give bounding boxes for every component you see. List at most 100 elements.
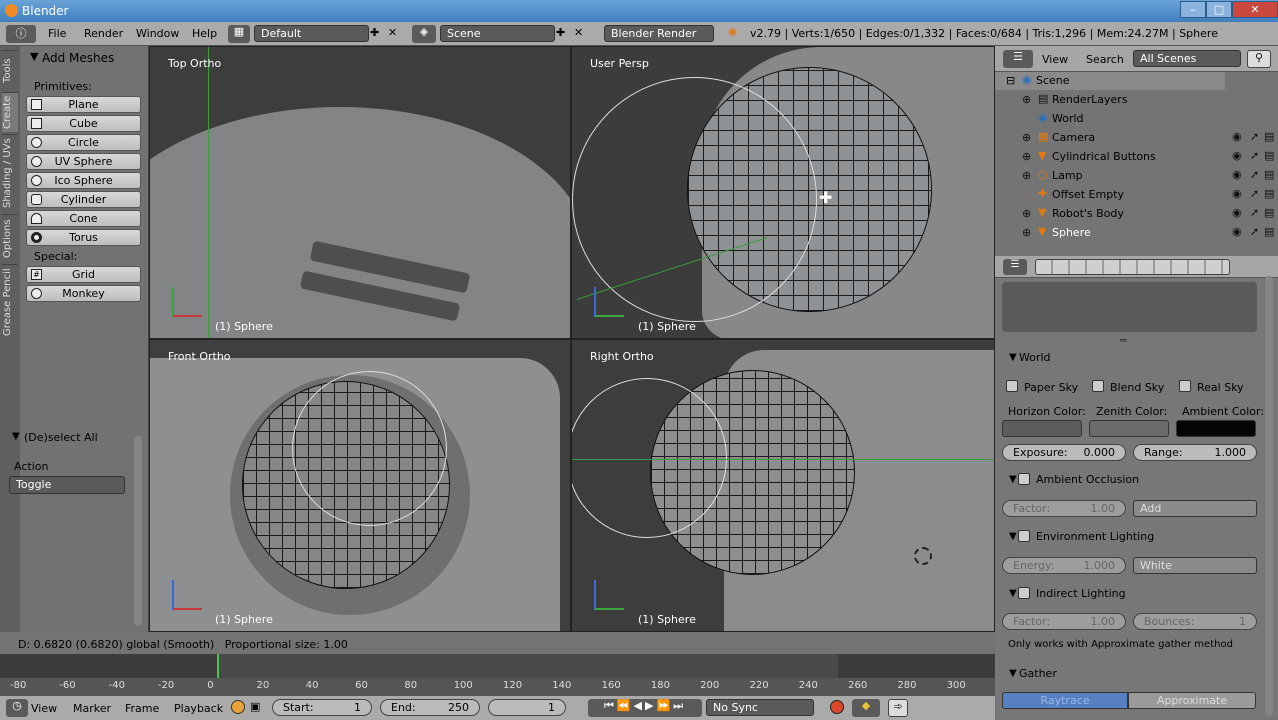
timeline-editor-icon[interactable]: ◷ bbox=[6, 699, 28, 717]
outliner-item-scene[interactable]: ⊟ ◉ Scene bbox=[1000, 72, 1276, 90]
viewport-right-ortho[interactable]: Right Ortho (1) Sphere bbox=[571, 339, 995, 632]
blend-sky-checkbox[interactable] bbox=[1092, 380, 1104, 392]
menu-window[interactable]: Window bbox=[136, 27, 179, 40]
maximize-button[interactable]: □ bbox=[1206, 1, 1232, 18]
outliner-view-menu[interactable]: View bbox=[1042, 53, 1068, 66]
tab-shading-uvs[interactable]: Shading / UVs bbox=[2, 134, 18, 212]
add-ico-sphere-button[interactable]: Ico Sphere bbox=[26, 172, 141, 189]
outliner-item-sphere[interactable]: ⊕ ▼ Sphere ◉ ➚ ▤ bbox=[1000, 224, 1276, 242]
raytrace-button[interactable]: Raytrace bbox=[1002, 692, 1128, 709]
outliner-search-icon[interactable]: ⚲ bbox=[1247, 50, 1271, 68]
outliner-item-cylindrical-buttons[interactable]: ⊕ ▼ Cylindrical Buttons ◉ ➚ ▤ bbox=[1000, 148, 1276, 166]
scene-field[interactable]: Scene bbox=[440, 25, 555, 42]
indirect-factor-field[interactable]: Factor: 1.00 bbox=[1002, 613, 1126, 630]
range-field[interactable]: Range: 1.000 bbox=[1133, 444, 1257, 461]
preview-range-icon[interactable] bbox=[231, 700, 245, 714]
ao-panel-title[interactable]: Ambient Occlusion bbox=[1036, 473, 1139, 486]
timeline-menu-frame[interactable]: Frame bbox=[125, 702, 159, 715]
outliner-item-offset-empty[interactable]: ✚ Offset Empty ◉ ➚ ▤ bbox=[1000, 186, 1276, 204]
end-frame-field[interactable]: End: 250 bbox=[380, 699, 480, 716]
real-sky-checkbox[interactable] bbox=[1179, 380, 1191, 392]
add-torus-button[interactable]: Torus bbox=[26, 229, 141, 246]
playback-controls[interactable]: ⏮⏪◀▶⏩⏭ bbox=[588, 699, 702, 717]
env-lighting-checkbox[interactable] bbox=[1018, 530, 1030, 542]
tab-options[interactable]: Options bbox=[2, 214, 18, 262]
operator-collapse-icon[interactable]: ▼ bbox=[12, 431, 20, 442]
add-monkey-button[interactable]: Monkey bbox=[26, 285, 141, 302]
indirect-lighting-panel-title[interactable]: Indirect Lighting bbox=[1036, 587, 1126, 600]
add-scene-icon[interactable]: ✚ bbox=[556, 26, 565, 39]
timeline-menu-marker[interactable]: Marker bbox=[73, 702, 111, 715]
add-plane-button[interactable]: Plane bbox=[26, 96, 141, 113]
env-color-select[interactable]: White bbox=[1133, 557, 1257, 574]
render-engine-select[interactable]: Blender Render bbox=[604, 25, 714, 42]
screen-layout-icon[interactable]: ▦ bbox=[228, 25, 250, 43]
viewport-user-persp[interactable]: ✚ User Persp (1) Sphere bbox=[571, 46, 995, 339]
outliner-item-lamp[interactable]: ⊕ ○ Lamp ◉ ➚ ▤ bbox=[1000, 167, 1276, 185]
close-button[interactable]: ✕ bbox=[1232, 1, 1278, 18]
outliner-item-robots-body[interactable]: ⊕ ▼ Robot's Body ◉ ➚ ▤ bbox=[1000, 205, 1276, 223]
timeline-editor[interactable] bbox=[0, 654, 995, 696]
panel-collapse-icon[interactable]: ▼ bbox=[1009, 588, 1017, 599]
editor-type-icon[interactable]: ⓘ bbox=[6, 25, 36, 43]
layout-field[interactable]: Default bbox=[254, 25, 369, 42]
timeline-menu-view[interactable]: View bbox=[31, 702, 57, 715]
action-select[interactable]: Toggle bbox=[9, 476, 125, 494]
panel-collapse-icon[interactable]: ▼ bbox=[1009, 531, 1017, 542]
panel-collapse-icon[interactable]: ▼ bbox=[1009, 352, 1017, 363]
lock-icon[interactable]: ▣ bbox=[250, 700, 260, 713]
remove-scene-icon[interactable]: ✕ bbox=[574, 26, 583, 39]
properties-context-tabs[interactable] bbox=[1035, 259, 1230, 275]
start-frame-field[interactable]: Start: 1 bbox=[272, 699, 372, 716]
current-frame-field[interactable]: 1 bbox=[488, 699, 566, 716]
panel-collapse-icon[interactable]: ▼ bbox=[1009, 474, 1017, 485]
add-layout-icon[interactable]: ✚ bbox=[370, 26, 379, 39]
outliner-search-menu[interactable]: Search bbox=[1086, 53, 1124, 66]
scene-icon[interactable]: ◈ bbox=[412, 25, 436, 43]
ao-blend-select[interactable]: Add bbox=[1133, 500, 1257, 517]
record-icon[interactable] bbox=[830, 700, 844, 714]
add-meshes-title[interactable]: Add Meshes bbox=[42, 51, 114, 65]
tool-shelf-scrollbar[interactable] bbox=[134, 436, 142, 626]
menu-help[interactable]: Help bbox=[192, 27, 217, 40]
zenith-color-swatch[interactable] bbox=[1089, 420, 1169, 437]
keying-set-icon[interactable]: ◆ bbox=[852, 699, 880, 717]
tab-create[interactable]: Create bbox=[2, 92, 18, 132]
tab-grease-pencil[interactable]: Grease Pencil bbox=[2, 264, 18, 340]
env-energy-field[interactable]: Energy: 1.000 bbox=[1002, 557, 1126, 574]
world-panel-title[interactable]: World bbox=[1019, 351, 1051, 364]
add-grid-button[interactable]: # Grid bbox=[26, 266, 141, 283]
add-cone-button[interactable]: Cone bbox=[26, 210, 141, 227]
panel-collapse-icon[interactable]: ▼ bbox=[1009, 668, 1017, 679]
properties-editor-icon[interactable]: ☰ bbox=[1003, 259, 1027, 275]
menu-file[interactable]: File bbox=[48, 27, 66, 40]
env-lighting-panel-title[interactable]: Environment Lighting bbox=[1036, 530, 1154, 543]
paper-sky-checkbox[interactable] bbox=[1006, 380, 1018, 392]
timeline-menu-playback[interactable]: Playback bbox=[174, 702, 223, 715]
approximate-button[interactable]: Approximate bbox=[1128, 692, 1256, 709]
outliner-item-camera[interactable]: ⊕ ▩ Camera ◉ ➚ ▤ bbox=[1000, 129, 1276, 147]
add-circle-button[interactable]: Circle bbox=[26, 134, 141, 151]
outliner-item-world[interactable]: ◉ World bbox=[1000, 110, 1276, 128]
properties-scrollbar[interactable] bbox=[1265, 276, 1273, 716]
ao-factor-field[interactable]: Factor: 1.00 bbox=[1002, 500, 1126, 517]
gather-panel-title[interactable]: Gather bbox=[1019, 667, 1057, 680]
viewport-front-ortho[interactable]: Front Ortho (1) Sphere bbox=[149, 339, 571, 632]
exposure-field[interactable]: Exposure: 0.000 bbox=[1002, 444, 1126, 461]
outliner-item-renderlayers[interactable]: ⊕ ▤ RenderLayers bbox=[1000, 91, 1276, 109]
viewport-top-ortho[interactable]: Top Ortho (1) Sphere bbox=[149, 46, 571, 339]
bounces-field[interactable]: Bounces: 1 bbox=[1133, 613, 1257, 630]
operator-title[interactable]: (De)select All bbox=[24, 431, 98, 444]
menu-render[interactable]: Render bbox=[84, 27, 123, 40]
indirect-lighting-checkbox[interactable] bbox=[1018, 587, 1030, 599]
add-cylinder-button[interactable]: Cylinder bbox=[26, 191, 141, 208]
resize-grip-icon[interactable]: ═ bbox=[1120, 334, 1127, 347]
sync-mode-select[interactable]: No Sync bbox=[706, 699, 814, 716]
add-uv-sphere-button[interactable]: UV Sphere bbox=[26, 153, 141, 170]
remove-layout-icon[interactable]: ✕ bbox=[388, 26, 397, 39]
add-cube-button[interactable]: Cube bbox=[26, 115, 141, 132]
panel-collapse-icon[interactable]: ▼ bbox=[30, 50, 38, 63]
ambient-color-swatch[interactable] bbox=[1176, 420, 1256, 437]
key-insert-icon[interactable]: ➾ bbox=[888, 699, 908, 717]
outliner-filter-select[interactable]: All Scenes bbox=[1133, 50, 1241, 67]
